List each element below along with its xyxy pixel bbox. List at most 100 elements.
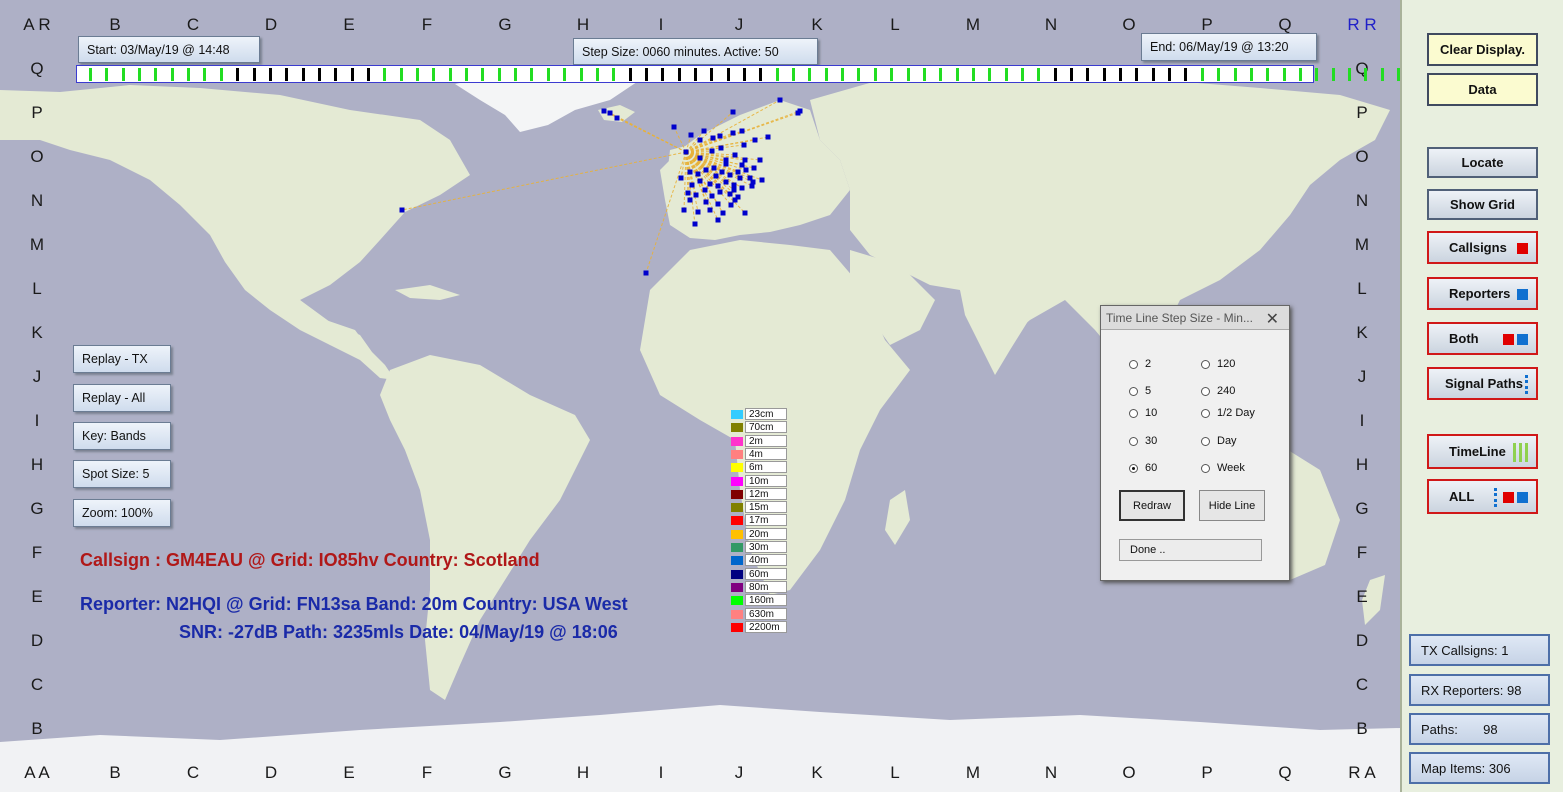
reporter-spot[interactable] (713, 173, 719, 179)
reporter-spot[interactable] (717, 133, 723, 139)
reporter-spot[interactable] (797, 108, 803, 114)
reporter-spot[interactable] (601, 108, 607, 114)
reporter-spot[interactable] (735, 169, 741, 175)
reporter-spot[interactable] (728, 202, 734, 208)
reporter-spot[interactable] (752, 137, 758, 143)
reporter-spot[interactable] (727, 172, 733, 178)
reporter-spot[interactable] (715, 183, 721, 189)
zoom-button[interactable]: Zoom: 100% (73, 499, 171, 527)
radio-dot[interactable] (1201, 386, 1210, 396)
timeline-button[interactable]: TimeLine (1427, 434, 1538, 469)
callsigns-button[interactable]: Callsigns (1427, 231, 1538, 264)
reporter-spot[interactable] (723, 157, 729, 163)
both-button[interactable]: Both (1427, 322, 1538, 355)
reporter-spot[interactable] (743, 167, 749, 173)
reporter-spot[interactable] (737, 175, 743, 181)
step-size-radio[interactable]: 30 (1129, 435, 1157, 447)
data-button[interactable]: Data (1427, 73, 1538, 106)
step-size-radio[interactable]: 120 (1201, 358, 1235, 370)
redraw-button[interactable]: Redraw (1119, 490, 1185, 521)
reporter-spot[interactable] (607, 110, 613, 116)
reporter-spot[interactable] (765, 134, 771, 140)
step-size-radio[interactable]: 60 (1129, 462, 1157, 474)
reporter-spot[interactable] (750, 179, 756, 185)
reporter-spot[interactable] (715, 201, 721, 207)
step-size-radio[interactable]: 240 (1201, 385, 1235, 397)
reporter-spot[interactable] (717, 189, 723, 195)
end-time-box[interactable]: End: 06/May/19 @ 13:20 (1141, 33, 1317, 61)
radio-dot[interactable] (1129, 463, 1138, 473)
reporter-spot[interactable] (685, 190, 691, 196)
reporter-spot[interactable] (739, 128, 745, 134)
step-size-radio[interactable]: 5 (1129, 385, 1151, 397)
reporter-spot[interactable] (707, 207, 713, 213)
reporter-spot[interactable] (731, 187, 737, 193)
reporter-spot[interactable] (701, 128, 707, 134)
step-size-radio[interactable]: 2 (1129, 358, 1151, 370)
replay-tx-button[interactable]: Replay - TX (73, 345, 171, 373)
spot-size-button[interactable]: Spot Size: 5 (73, 460, 171, 488)
replay-all-button[interactable]: Replay - All (73, 384, 171, 412)
reporter-spot[interactable] (720, 210, 726, 216)
step-size-box[interactable]: Step Size: 0060 minutes. Active: 50 (573, 38, 818, 65)
reporter-spot[interactable] (739, 162, 745, 168)
step-size-radio[interactable]: Day (1201, 435, 1237, 447)
reporter-spot[interactable] (757, 157, 763, 163)
step-size-dialog[interactable]: Time Line Step Size - Min... ✕ 2 120 5 240 1… (1100, 305, 1290, 581)
reporter-spot[interactable] (718, 145, 724, 151)
reporter-spot[interactable] (731, 182, 737, 188)
reporter-spot[interactable] (732, 197, 738, 203)
reporter-spot[interactable] (732, 152, 738, 158)
radio-dot[interactable] (1129, 359, 1138, 369)
reporter-spot[interactable] (730, 109, 736, 115)
reporter-spot[interactable] (751, 165, 757, 171)
radio-dot[interactable] (1129, 408, 1138, 418)
reporter-spot[interactable] (697, 155, 703, 161)
reporter-spot[interactable] (711, 165, 717, 171)
reporter-spot[interactable] (709, 193, 715, 199)
key-bands-button[interactable]: Key: Bands (73, 422, 171, 450)
reporter-spot[interactable] (643, 270, 649, 276)
signal-paths-button[interactable]: Signal Paths (1427, 367, 1538, 400)
reporter-spot[interactable] (739, 185, 745, 191)
step-size-radio[interactable]: Week (1201, 462, 1245, 474)
radio-dot[interactable] (1201, 408, 1210, 418)
step-size-radio[interactable]: 10 (1129, 407, 1157, 419)
clear-display-button[interactable]: Clear Display. (1427, 33, 1538, 66)
reporter-spot[interactable] (693, 192, 699, 198)
reporter-spot[interactable] (681, 207, 687, 213)
reporter-spot[interactable] (695, 209, 701, 215)
callsign-spot[interactable] (683, 149, 689, 155)
reporter-spot[interactable] (697, 137, 703, 143)
radio-dot[interactable] (1129, 386, 1138, 396)
dialog-title-bar[interactable]: Time Line Step Size - Min... ✕ (1101, 306, 1289, 330)
reporter-spot[interactable] (777, 97, 783, 103)
reporter-spot[interactable] (715, 217, 721, 223)
show-grid-button[interactable]: Show Grid (1427, 189, 1538, 220)
reporter-spot[interactable] (614, 115, 620, 121)
hide-line-button[interactable]: Hide Line (1199, 490, 1265, 521)
reporter-spot[interactable] (742, 210, 748, 216)
reporter-spot[interactable] (742, 157, 748, 163)
reporter-spot[interactable] (689, 182, 695, 188)
reporter-spot[interactable] (702, 187, 708, 193)
reporter-spot[interactable] (678, 175, 684, 181)
step-size-radio[interactable]: 1/2 Day (1201, 407, 1255, 419)
all-button[interactable]: ALL (1427, 479, 1538, 514)
reporter-spot[interactable] (703, 167, 709, 173)
reporters-button[interactable]: Reporters (1427, 277, 1538, 310)
reporter-spot[interactable] (730, 130, 736, 136)
reporter-spot[interactable] (709, 148, 715, 154)
reporter-spot[interactable] (692, 221, 698, 227)
reporter-spot[interactable] (687, 169, 693, 175)
timeline-bar[interactable] (76, 65, 1400, 83)
reporter-spot[interactable] (687, 197, 693, 203)
reporter-spot[interactable] (697, 178, 703, 184)
reporter-spot[interactable] (759, 177, 765, 183)
radio-dot[interactable] (1201, 359, 1210, 369)
reporter-spot[interactable] (695, 171, 701, 177)
radio-dot[interactable] (1201, 463, 1210, 473)
reporter-spot[interactable] (703, 199, 709, 205)
locate-button[interactable]: Locate (1427, 147, 1538, 178)
reporter-spot[interactable] (707, 181, 713, 187)
